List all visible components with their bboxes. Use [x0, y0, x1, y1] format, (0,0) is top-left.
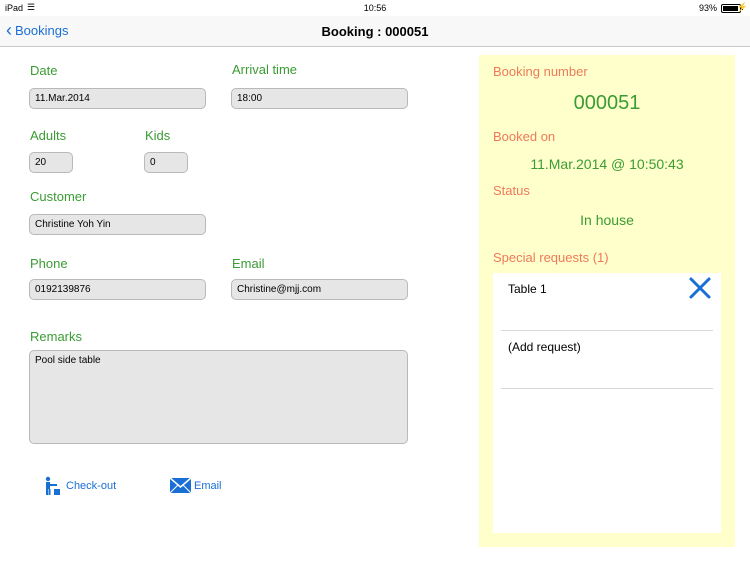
- clock: 10:56: [363, 3, 387, 13]
- battery-percent: 93%: [698, 3, 717, 13]
- request-item[interactable]: Table 1: [501, 273, 713, 331]
- arrival-time-field[interactable]: 18:00: [231, 88, 408, 109]
- nav-bar: ‹ Bookings Booking : 000051: [0, 16, 750, 47]
- kids-label: Kids: [145, 128, 171, 143]
- battery-fill: [723, 6, 738, 11]
- delete-request-icon[interactable]: [687, 276, 713, 300]
- kids-field[interactable]: 0: [144, 152, 188, 173]
- status-bar: iPad ☰ 10:56 93% ⚡: [0, 0, 750, 16]
- special-requests-label: Special requests (1): [493, 250, 609, 265]
- remarks-label: Remarks: [30, 329, 83, 344]
- adults-label: Adults: [30, 128, 67, 143]
- date-field[interactable]: 11.Mar.2014: [29, 88, 206, 109]
- booking-number-value: 000051: [573, 92, 641, 114]
- checkout-button-label: Check-out: [66, 480, 117, 492]
- page-title: Booking : 000051: [321, 24, 429, 39]
- remarks-field[interactable]: Pool side table: [29, 350, 408, 444]
- email-button-label: Email: [194, 479, 222, 492]
- charging-icon: ⚡: [736, 2, 748, 12]
- customer-label: Customer: [30, 189, 87, 204]
- envelope-icon: [170, 477, 191, 494]
- adults-field[interactable]: 20: [29, 152, 73, 173]
- arrival-time-label: Arrival time: [232, 62, 298, 77]
- booked-on-value: 11.Mar.2014 @ 10:50:43: [530, 156, 684, 172]
- email-label: Email: [232, 256, 265, 271]
- add-request-item[interactable]: (Add request): [501, 331, 713, 389]
- date-label: Date: [30, 63, 58, 78]
- customer-field[interactable]: Christine Yoh Yin: [29, 214, 206, 235]
- email-field[interactable]: Christine@mjj.com: [231, 279, 408, 300]
- status-value: In house: [580, 212, 634, 228]
- status-label: Status: [493, 183, 530, 198]
- checkout-icon: [45, 476, 60, 495]
- special-requests-list: Table 1 (Add request): [493, 273, 721, 533]
- phone-label: Phone: [30, 256, 68, 271]
- phone-field[interactable]: 0192139876: [29, 279, 206, 300]
- checkout-button[interactable]: Check-out: [43, 476, 116, 496]
- email-button[interactable]: Email: [170, 477, 222, 494]
- booking-number-label: Booking number: [493, 64, 588, 79]
- booked-on-label: Booked on: [493, 129, 556, 144]
- request-item-text: Table 1: [508, 282, 547, 296]
- add-request-text: (Add request): [508, 340, 581, 354]
- booking-summary-panel: Booking number 000051 Booked on 11.Mar.2…: [479, 55, 735, 547]
